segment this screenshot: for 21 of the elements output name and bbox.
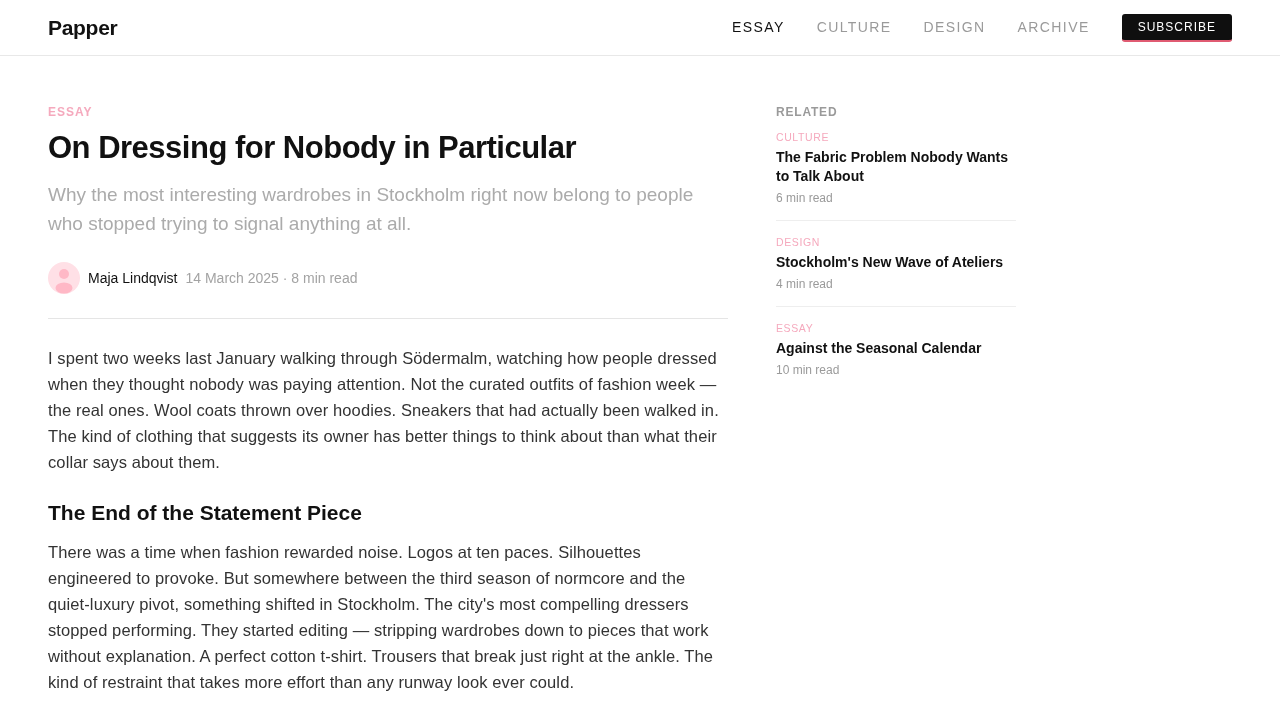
related-heading: RELATED (776, 104, 839, 120)
author-name[interactable]: Maja Lindqvist (88, 267, 178, 289)
avatar-icon (48, 262, 80, 294)
related-category: CULTURE (776, 130, 830, 144)
related-article-link[interactable]: Stockholm's New Wave of Ateliers (776, 253, 1016, 272)
related-article-link[interactable]: The Fabric Problem Nobody Wants to Talk About (776, 148, 1016, 186)
section-heading: The End of the Statement Piece (48, 500, 363, 526)
related-article-link[interactable]: Against the Seasonal Calendar (776, 339, 1016, 358)
body-paragraph: I spent two weeks last January walking through Södermalm, watching how people dressed when they thought nobody was paying attention. Not the curated outfits of fashion week — the real ones. Wool coats thrown over hoodies. Sneakers that had actually been walked in. The kind of clothing that suggests its owner has better things to think about than what their collar says about them. (48, 348, 720, 473)
article-meta: 14 March 2025 · 8 min read (185, 268, 358, 288)
article-subtitle: Why the most interesting wardrobes in Stockholm right now belong to people who stopped trying to signal anything at all. (48, 183, 695, 236)
body-paragraph: There was a time when fashion rewarded noise. Logos at ten paces. Silhouettes engineered to provoke. But somewhere between the third season of normcore and the quiet-luxury pivot, something shifted in Stockholm. The city's most compelling dressers stopped performing. They started editing — stripping wardrobes down to pieces that work without explanation. A perfect cotton t-shirt. Trousers that break just right at the ankle. The kind of restraint that takes more effort than any runway look ever could. (48, 542, 714, 693)
related-category: ESSAY (776, 321, 815, 335)
read-time: 10 min read (776, 362, 841, 378)
related-category: DESIGN (776, 235, 821, 249)
article-title: On Dressing for Nobody in Particular (48, 130, 578, 166)
subscribe-button[interactable]: SUBSCRIBE (1121, 13, 1232, 42)
nav-link[interactable]: ESSAY (731, 17, 785, 38)
read-time: 6 min read (776, 190, 834, 206)
read-time: 4 min read (776, 276, 834, 292)
site-logo[interactable]: Papper (48, 11, 118, 44)
